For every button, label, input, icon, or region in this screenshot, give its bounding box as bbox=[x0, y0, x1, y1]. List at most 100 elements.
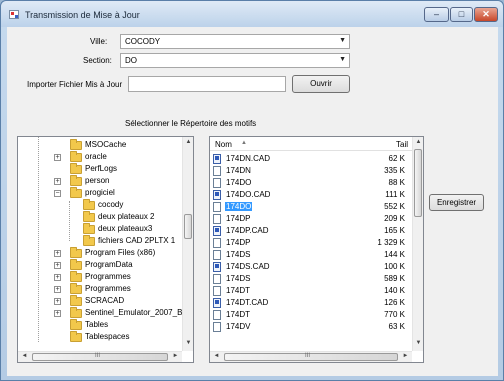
expand-icon[interactable]: + bbox=[54, 250, 61, 257]
scroll-down-icon[interactable]: ▼ bbox=[183, 340, 193, 346]
list-item[interactable]: 174DP 209 K bbox=[210, 213, 410, 225]
tree-hscroll-thumb[interactable]: III bbox=[32, 353, 168, 361]
tree-item-sentinel[interactable]: + Sentinel_Emulator_2007_By bbox=[18, 307, 186, 319]
tree-item-tables[interactable]: Tables bbox=[18, 319, 176, 331]
title-bar[interactable]: Transmission de Mise à Jour – □ ✕ bbox=[1, 1, 503, 27]
grip-icon: III bbox=[305, 353, 311, 359]
folder-icon bbox=[70, 247, 82, 258]
list-vertical-scrollbar[interactable]: ▲ ▼ bbox=[412, 137, 423, 351]
tree-horizontal-scrollbar[interactable]: ◄ III ► bbox=[18, 351, 182, 362]
scroll-down-icon[interactable]: ▼ bbox=[413, 340, 423, 346]
expand-icon[interactable]: + bbox=[54, 286, 61, 293]
grip-icon: III bbox=[95, 353, 101, 359]
expand-icon[interactable]: + bbox=[54, 310, 61, 317]
file-icon bbox=[213, 310, 221, 320]
tree-item-progiciel[interactable]: − progiciel bbox=[18, 187, 176, 199]
list-horizontal-scrollbar[interactable]: ◄ III ► bbox=[210, 351, 412, 362]
folder-icon bbox=[70, 259, 82, 270]
form-client-area: Ville: COCODY ▼ Section: DO ▼ Importer F… bbox=[7, 27, 498, 376]
folder-icon bbox=[70, 151, 82, 162]
tree-item-tablespaces[interactable]: Tablespaces bbox=[18, 331, 176, 343]
tree-item-person[interactable]: + person bbox=[18, 175, 176, 187]
folder-icon bbox=[70, 331, 82, 342]
collapse-icon[interactable]: − bbox=[54, 190, 61, 197]
cad-file-icon bbox=[213, 262, 221, 272]
list-item[interactable]: 174DT 770 K bbox=[210, 309, 410, 321]
folder-icon bbox=[70, 295, 82, 306]
tree-item-deux-plateaux3[interactable]: deux plateaux3 bbox=[18, 223, 176, 235]
list-item-selected[interactable]: 174DO 552 K bbox=[210, 201, 410, 213]
list-item[interactable]: 174DS 589 K bbox=[210, 273, 410, 285]
list-item[interactable]: 174DP 1 329 K bbox=[210, 237, 410, 249]
section-value: DO bbox=[125, 56, 137, 65]
folder-icon bbox=[70, 283, 82, 294]
ouvrir-button[interactable]: Ouvrir bbox=[292, 75, 350, 93]
tree-item-programmes[interactable]: + Programmes bbox=[18, 271, 176, 283]
tree-item-oracle[interactable]: + oracle bbox=[18, 151, 176, 163]
list-item[interactable]: 174DP.CAD 165 K bbox=[210, 225, 410, 237]
section-select[interactable]: DO ▼ bbox=[120, 53, 350, 68]
list-item[interactable]: 174DO.CAD 111 K bbox=[210, 189, 410, 201]
expand-icon[interactable]: + bbox=[54, 274, 61, 281]
list-item[interactable]: 174DO 88 K bbox=[210, 177, 410, 189]
file-list[interactable]: Nom ▲ Tail 174DN.CAD 62 K 174DN 335 K 17… bbox=[209, 136, 424, 363]
folder-icon bbox=[70, 175, 82, 186]
sort-ascending-icon: ▲ bbox=[241, 140, 247, 146]
minimize-button[interactable]: – bbox=[424, 7, 449, 22]
list-item[interactable]: 174DN.CAD 62 K bbox=[210, 153, 410, 165]
expand-icon[interactable]: + bbox=[54, 262, 61, 269]
file-icon bbox=[213, 274, 221, 284]
folder-icon bbox=[70, 139, 82, 150]
tree-item-deux-plateaux-2[interactable]: deux plateaux 2 bbox=[18, 211, 176, 223]
folder-icon bbox=[70, 319, 82, 330]
tree-item-msocache[interactable]: MSOCache bbox=[18, 139, 176, 151]
file-icon bbox=[213, 286, 221, 296]
scroll-left-icon[interactable]: ◄ bbox=[19, 353, 30, 359]
list-item[interactable]: 174DT.CAD 126 K bbox=[210, 297, 410, 309]
chevron-down-icon[interactable]: ▼ bbox=[339, 37, 346, 44]
list-vscroll-thumb[interactable] bbox=[414, 149, 422, 217]
scroll-up-icon[interactable]: ▲ bbox=[413, 139, 423, 145]
cad-file-icon bbox=[213, 226, 221, 236]
ville-select[interactable]: COCODY ▼ bbox=[120, 34, 350, 49]
scroll-right-icon[interactable]: ► bbox=[400, 353, 411, 359]
tree-item-programdata[interactable]: + ProgramData bbox=[18, 259, 176, 271]
tree-item-perflogs[interactable]: PerfLogs bbox=[18, 163, 176, 175]
column-header-size[interactable]: Tail bbox=[396, 140, 408, 149]
tree-vertical-scrollbar[interactable]: ▲ ▼ bbox=[182, 137, 193, 351]
scroll-right-icon[interactable]: ► bbox=[170, 353, 181, 359]
main-window: Transmission de Mise à Jour – □ ✕ Ville:… bbox=[0, 0, 504, 381]
tree-item-program-files-x86[interactable]: + Program Files (x86) bbox=[18, 247, 176, 259]
folder-tree[interactable]: MSOCache + oracle PerfLogs + person − pr… bbox=[17, 136, 194, 363]
list-item[interactable]: 174DS 144 K bbox=[210, 249, 410, 261]
cad-file-icon bbox=[213, 190, 221, 200]
scroll-up-icon[interactable]: ▲ bbox=[183, 139, 193, 145]
scroll-left-icon[interactable]: ◄ bbox=[211, 353, 222, 359]
enregistrer-button[interactable]: Enregistrer bbox=[429, 194, 484, 211]
close-button[interactable]: ✕ bbox=[474, 7, 498, 22]
column-header-name[interactable]: Nom bbox=[215, 140, 232, 149]
tree-item-programmes-2[interactable]: + Programmes bbox=[18, 283, 176, 295]
folder-icon bbox=[70, 271, 82, 282]
list-hscroll-thumb[interactable]: III bbox=[224, 353, 398, 361]
list-item[interactable]: 174DN 335 K bbox=[210, 165, 410, 177]
list-item[interactable]: 174DT 140 K bbox=[210, 285, 410, 297]
import-file-input[interactable] bbox=[128, 76, 286, 92]
expand-icon[interactable]: + bbox=[54, 298, 61, 305]
expand-icon[interactable]: + bbox=[54, 178, 61, 185]
tree-vscroll-thumb[interactable] bbox=[184, 214, 192, 239]
file-icon bbox=[213, 322, 221, 332]
tree-item-fichiers-cad[interactable]: fichiers CAD 2PLTX 1 bbox=[18, 235, 176, 247]
list-item[interactable]: 174DS.CAD 100 K bbox=[210, 261, 410, 273]
maximize-button[interactable]: □ bbox=[450, 7, 473, 22]
file-icon bbox=[213, 214, 221, 224]
chevron-down-icon[interactable]: ▼ bbox=[339, 56, 346, 63]
app-icon bbox=[9, 10, 19, 19]
tree-item-cocody[interactable]: cocody bbox=[18, 199, 176, 211]
expand-icon[interactable]: + bbox=[54, 154, 61, 161]
tree-item-scracad[interactable]: + SCRACAD bbox=[18, 295, 176, 307]
cad-file-icon bbox=[213, 298, 221, 308]
file-icon bbox=[213, 202, 221, 212]
list-item[interactable]: 174DV 63 K bbox=[210, 321, 410, 333]
ville-value: COCODY bbox=[125, 37, 161, 46]
